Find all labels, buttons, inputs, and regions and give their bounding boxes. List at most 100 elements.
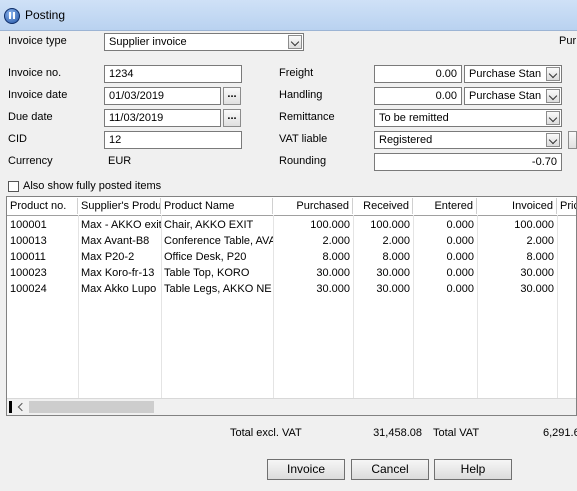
col-header-product-no[interactable]: Product no. [7, 198, 78, 214]
chevron-down-icon[interactable] [546, 111, 560, 125]
freight-label: Freight [279, 67, 314, 79]
invoice-date-label: Invoice date [8, 89, 68, 101]
cell-product-no: 100013 [10, 235, 47, 247]
chevron-down-icon[interactable] [546, 89, 560, 103]
handling-field[interactable]: 0.00 [374, 87, 462, 105]
cell-entered: 0.000 [446, 235, 474, 247]
remittance-value: To be remitted [379, 112, 449, 124]
cell-product-name: Office Desk, P20 [164, 251, 247, 263]
cell-entered: 0.000 [446, 267, 474, 279]
cell-supplier-product: Max Avant-B8 [81, 235, 150, 247]
invoice-type-value: Supplier invoice [109, 36, 187, 48]
cell-invoiced: 8.000 [526, 251, 554, 263]
cell-product-no: 100024 [10, 283, 47, 295]
col-header-price[interactable]: Price [557, 198, 576, 214]
col-header-purchased[interactable]: Purchased [273, 198, 353, 214]
cell-invoiced: 100.000 [514, 219, 554, 231]
currency-value: EUR [108, 155, 132, 167]
freight-type-select[interactable]: Purchase Stand [464, 65, 562, 83]
window-title: Posting [25, 8, 66, 22]
invoice-no-label: Invoice no. [8, 67, 62, 79]
chevron-down-icon[interactable] [546, 67, 560, 81]
row-marker [9, 401, 12, 413]
table-row[interactable]: 100024 Max Akko Lupo Table Legs, AKKO NE… [7, 281, 576, 297]
items-table: Product no. Supplier's Product Product N… [6, 196, 577, 416]
due-date-field[interactable]: 11/03/2019 [104, 109, 221, 127]
cell-received: 8.000 [382, 251, 410, 263]
cell-product-name: Conference Table, AVA [164, 235, 273, 247]
total-vat-value: 6,291.6 [543, 427, 577, 439]
vat-extra-button[interactable] [568, 131, 577, 149]
cell-product-name: Chair, AKKO EXIT [164, 219, 254, 231]
cell-purchased: 30.000 [316, 267, 350, 279]
handling-type-value: Purchase Stand [469, 90, 541, 102]
due-date-picker-button[interactable]: ... [223, 109, 241, 127]
col-header-product-name[interactable]: Product Name [161, 198, 273, 214]
cell-purchased: 2.000 [322, 235, 350, 247]
invoice-no-field[interactable]: 1234 [104, 65, 242, 83]
rounding-label: Rounding [279, 155, 327, 167]
table-header: Product no. Supplier's Product Product N… [7, 197, 576, 216]
cid-label: CID [8, 133, 27, 145]
col-header-invoiced[interactable]: Invoiced [477, 198, 557, 214]
handling-type-select[interactable]: Purchase Stand [464, 87, 562, 105]
table-row[interactable]: 100011 Max P20-2 Office Desk, P20 8.000 … [7, 249, 576, 265]
col-header-entered[interactable]: Entered [413, 198, 477, 214]
scroll-left-icon[interactable] [14, 400, 28, 414]
invoice-date-picker-button[interactable]: ... [223, 87, 241, 105]
invoice-date-field[interactable]: 01/03/2019 [104, 87, 221, 105]
freight-field[interactable]: 0.00 [374, 65, 462, 83]
cell-product-no: 100023 [10, 267, 47, 279]
chevron-down-icon[interactable] [288, 35, 302, 49]
cell-purchased: 8.000 [322, 251, 350, 263]
cell-invoiced: 30.000 [520, 267, 554, 279]
table-row[interactable]: 100013 Max Avant-B8 Conference Table, AV… [7, 233, 576, 249]
cell-purchased: 100.000 [310, 219, 350, 231]
app-icon [4, 8, 20, 24]
horizontal-scrollbar[interactable] [7, 398, 576, 415]
currency-label: Currency [8, 155, 53, 167]
cell-purchased: 30.000 [316, 283, 350, 295]
cancel-button[interactable]: Cancel [351, 459, 429, 480]
handling-label: Handling [279, 89, 323, 101]
show-posted-checkbox[interactable] [8, 181, 19, 192]
cell-invoiced: 2.000 [526, 235, 554, 247]
table-row[interactable]: 100023 Max Koro-fr-13 Table Top, KORO 30… [7, 265, 576, 281]
cell-received: 30.000 [376, 283, 410, 295]
cell-product-no: 100011 [10, 251, 46, 263]
cid-field[interactable]: 12 [104, 131, 242, 149]
vat-liable-value: Registered [379, 134, 433, 146]
cell-supplier-product: Max Akko Lupo [81, 283, 157, 295]
col-header-supplier-product[interactable]: Supplier's Product [78, 198, 161, 214]
cell-supplier-product: Max - AKKO exit [81, 219, 161, 231]
due-date-label: Due date [8, 111, 53, 123]
cell-product-name: Table Top, KORO [164, 267, 250, 279]
cell-product-name: Table Legs, AKKO NE [164, 283, 272, 295]
cell-entered: 0.000 [446, 283, 474, 295]
table-row[interactable]: 100001 Max - AKKO exit Chair, AKKO EXIT … [7, 217, 576, 233]
freight-type-value: Purchase Stand [469, 68, 541, 80]
total-excl-vat-value: 31,458.08 [373, 427, 422, 439]
vat-liable-label: VAT liable [279, 133, 328, 145]
col-header-received[interactable]: Received [353, 198, 413, 214]
title-bar: Posting [0, 0, 577, 31]
invoice-type-label: Invoice type [8, 35, 67, 47]
cell-entered: 0.000 [446, 219, 474, 231]
cell-supplier-product: Max Koro-fr-13 [81, 267, 155, 279]
vat-liable-select[interactable]: Registered [374, 131, 562, 149]
help-button[interactable]: Help [434, 459, 512, 480]
invoice-type-select[interactable]: Supplier invoice [104, 33, 304, 51]
cell-invoiced: 30.000 [520, 283, 554, 295]
invoice-button[interactable]: Invoice [267, 459, 345, 480]
total-excl-vat-label: Total excl. VAT [230, 427, 302, 439]
show-posted-label: Also show fully posted items [23, 180, 162, 192]
remittance-label: Remittance [279, 111, 335, 123]
remittance-select[interactable]: To be remitted [374, 109, 562, 127]
scrollbar-thumb[interactable] [29, 401, 154, 413]
rounding-field[interactable]: -0.70 [374, 153, 562, 171]
cell-received: 30.000 [376, 267, 410, 279]
chevron-down-icon[interactable] [546, 133, 560, 147]
cell-received: 100.000 [370, 219, 410, 231]
cell-entered: 0.000 [446, 251, 474, 263]
cell-received: 2.000 [382, 235, 410, 247]
